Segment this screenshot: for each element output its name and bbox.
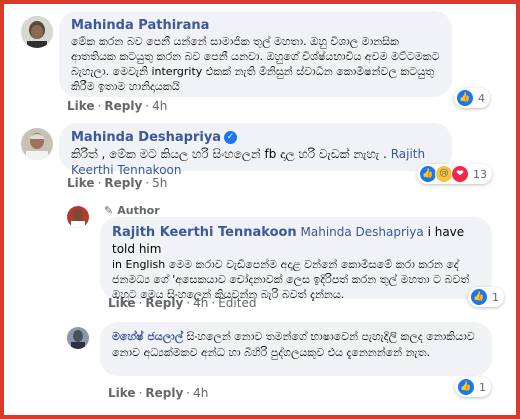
avatar-image	[21, 16, 53, 48]
verified-badge-icon: ✓	[224, 131, 238, 144]
reply-button[interactable]: Reply	[104, 176, 142, 190]
comment-author[interactable]: Rajith Keerthi Tennakoon	[112, 225, 297, 240]
comment-bubble: මහේෂ් ජයලාල් සිංහලෙන් නොව තමන්ගේ භාෂාවෙන…	[100, 322, 492, 376]
comment-author[interactable]: Mahinda Deshapriya	[71, 130, 221, 145]
comment-bubble: Mahinda Deshapriya ✓ කිරිත් , මේක මට කියල…	[59, 123, 452, 177]
like-button[interactable]: Like	[67, 176, 95, 190]
reaction-summary[interactable]: 👍 😢 ❤ 13	[417, 164, 492, 184]
comment-time[interactable]: 4h	[193, 386, 208, 400]
avatar[interactable]	[67, 206, 89, 228]
comment-text: මේක කරන බව පෙනී යන්නේ සාමාජික තුල් මහතා.…	[71, 35, 440, 93]
comment-author[interactable]: Mahinda Pathirana	[71, 18, 440, 34]
reply-button[interactable]: Reply	[145, 296, 183, 310]
comment-bubble: Rajith Keerthi Tennakoon Mahinda Deshapr…	[100, 217, 492, 301]
comment-time[interactable]: 5h	[152, 176, 167, 190]
like-reaction-icon: 👍	[470, 288, 488, 306]
comment-actions: Like · Reply · 4h	[67, 99, 168, 113]
comment-time[interactable]: 4h	[193, 296, 208, 310]
reaction-count: 1	[492, 290, 499, 304]
comment-actions: Like · Reply · 5h	[67, 176, 168, 190]
comment-text-row: කිරිත් , මේක මට කියල හරි සිංහලෙන් fb දාල…	[71, 146, 440, 178]
author-tag: ✎ Author	[104, 204, 160, 217]
reaction-count: 4	[478, 91, 485, 105]
reaction-summary[interactable]: 👍 1	[468, 287, 504, 307]
reaction-summary[interactable]: 👍 4	[454, 88, 490, 108]
pencil-icon: ✎	[104, 204, 114, 217]
avatar-image	[21, 128, 53, 160]
love-reaction-icon: ❤	[451, 165, 469, 183]
reply-button[interactable]: Reply	[104, 99, 142, 113]
comment-body: මහේෂ් ජයලාල් සිංහලෙන් නොව තමන්ගේ භාෂාවෙන…	[112, 329, 480, 360]
comment-text: කිරිත් , මේක මට කියල හරි සිංහලෙන් fb දාල…	[71, 147, 387, 161]
avatar[interactable]	[21, 16, 53, 48]
comment-actions: Like · Reply · 4h	[108, 386, 209, 400]
reaction-count: 13	[473, 167, 487, 181]
avatar-image	[67, 206, 89, 228]
like-reaction-icon: 👍	[457, 378, 475, 396]
like-button[interactable]: Like	[108, 296, 136, 310]
author-tag-label: Author	[117, 204, 160, 217]
edited-label[interactable]: Edited	[218, 296, 256, 310]
comment-author-row: Mahinda Deshapriya ✓	[71, 130, 440, 146]
reply-button[interactable]: Reply	[145, 386, 183, 400]
like-reaction-icon: 👍	[456, 89, 474, 107]
like-button[interactable]: Like	[67, 99, 95, 113]
like-button[interactable]: Like	[108, 386, 136, 400]
comment-first-line: Rajith Keerthi Tennakoon Mahinda Deshapr…	[112, 224, 480, 257]
avatar-image	[67, 327, 89, 349]
comment-time[interactable]: 4h	[152, 99, 167, 113]
comment-actions: Like · Reply · 4h · Edited	[108, 296, 257, 310]
comment-bubble: Mahinda Pathirana මේක කරන බව පෙනී යන්නේ …	[59, 11, 452, 97]
screenshot-frame: Mahinda Pathirana මේක කරන බව පෙනී යන්නේ …	[0, 0, 520, 419]
reaction-summary[interactable]: 👍 1	[455, 377, 491, 397]
avatar[interactable]	[21, 128, 53, 160]
reaction-count: 1	[479, 380, 486, 394]
comment-author[interactable]: මහේෂ් ජයලාල්	[112, 330, 183, 343]
avatar[interactable]	[67, 327, 89, 349]
mention-link[interactable]: Mahinda Deshapriya	[301, 225, 424, 239]
